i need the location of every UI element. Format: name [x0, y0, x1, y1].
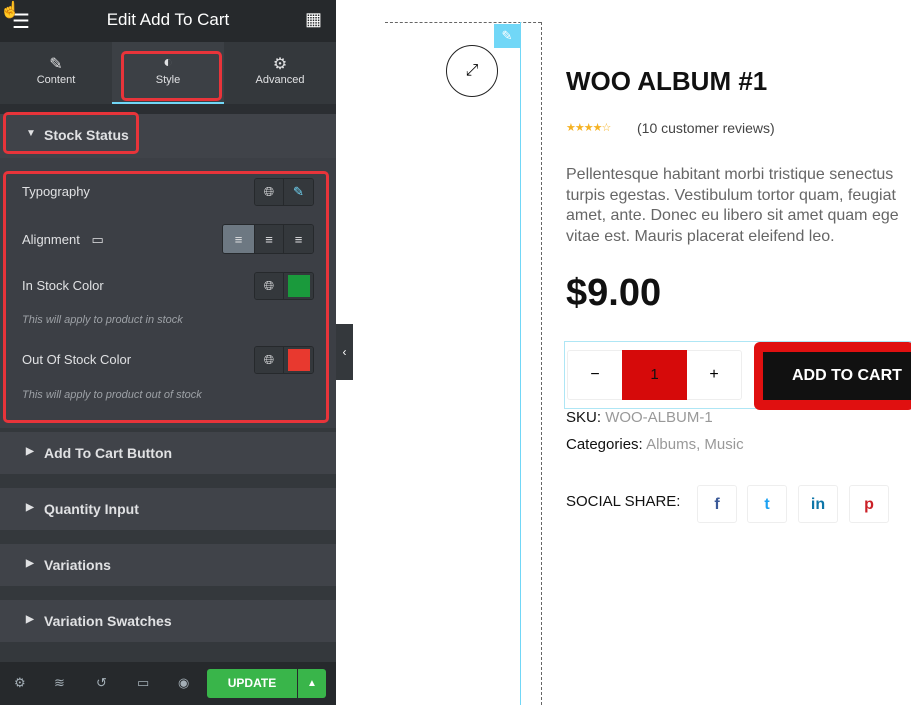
- caret-right-icon: ▶: [26, 614, 34, 625]
- in-stock-color-swatch[interactable]: [284, 273, 313, 299]
- section-quantity-input[interactable]: ▶ Quantity Input: [0, 488, 336, 530]
- update-button[interactable]: UPDATE: [207, 669, 297, 698]
- typography-label: Typography: [22, 184, 90, 199]
- alignment-label: Alignment ▭: [22, 232, 104, 248]
- panel-header: ☰ Edit Add To Cart ▦: [0, 0, 336, 42]
- swatch-fill: [287, 349, 310, 371]
- layers-icon[interactable]: ≋: [54, 675, 65, 691]
- sku: SKU: WOO-ALBUM-1: [566, 409, 713, 426]
- add-to-cart-button[interactable]: ADD TO CART: [763, 352, 911, 400]
- edit-widget-icon[interactable]: ✎: [494, 24, 520, 48]
- categories: Categories: Albums, Music: [566, 436, 744, 453]
- history-icon[interactable]: ↺: [96, 675, 107, 691]
- caret-right-icon: ▶: [26, 558, 34, 569]
- alignment-text: Alignment: [22, 232, 80, 247]
- section-add-to-cart-button[interactable]: ▶ Add To Cart Button: [0, 432, 336, 474]
- globe-icon[interactable]: 🌐︎: [255, 179, 284, 205]
- gear-icon: ⚙: [272, 56, 288, 73]
- out-stock-color-swatch[interactable]: [284, 347, 313, 373]
- qty-plus-button[interactable]: +: [687, 366, 741, 384]
- twitter-share-icon[interactable]: t: [747, 485, 787, 523]
- panel-title: Edit Add To Cart: [106, 10, 230, 29]
- pencil-icon: ✎: [49, 56, 63, 73]
- desc-line: turpis egestas. Vestibulum tortor quam, …: [566, 186, 896, 204]
- pinterest-share-icon[interactable]: p: [849, 485, 889, 523]
- preview-eye-icon[interactable]: ◉: [178, 675, 189, 691]
- categories-links[interactable]: Albums, Music: [646, 436, 744, 453]
- categories-label: Categories:: [566, 436, 643, 453]
- desc-line: vitae est. Mauris placerat eleifend leo.: [566, 227, 835, 245]
- globe-icon[interactable]: 🌐︎: [255, 273, 284, 299]
- tab-content[interactable]: ✎ Content: [0, 42, 112, 104]
- section-variations[interactable]: ▶ Variations: [0, 544, 336, 586]
- facebook-share-icon[interactable]: f: [697, 485, 737, 523]
- alignment-controls: ≡ ≡ ≡: [222, 224, 314, 254]
- swatch-fill: [287, 275, 310, 297]
- section-variation-swatches[interactable]: ▶ Variation Swatches: [0, 600, 336, 642]
- editor-panel: ☰ Edit Add To Cart ▦ ✎ Content ◐ Style ⚙ Ad…: [0, 0, 336, 705]
- caret-right-icon: ▶: [26, 446, 34, 457]
- desc-line: amet, ante. Donec eu libero sit amet qua…: [566, 207, 899, 224]
- update-options-icon[interactable]: ▲: [298, 669, 326, 698]
- rating-stars: ★★★★☆: [566, 122, 611, 134]
- review-count-link[interactable]: (10 customer reviews): [637, 120, 775, 136]
- column-border: [541, 22, 542, 705]
- social-share-label: SOCIAL SHARE:: [566, 493, 681, 510]
- out-stock-note: This will apply to product out of stock: [22, 389, 202, 401]
- qty-minus-button[interactable]: −: [568, 366, 622, 384]
- align-center-icon[interactable]: ≡: [255, 225, 284, 253]
- linkedin-share-icon[interactable]: in: [798, 485, 838, 523]
- tab-advanced[interactable]: ⚙ Advanced: [224, 42, 336, 104]
- desktop-icon[interactable]: ▭: [91, 232, 103, 247]
- settings-icon[interactable]: ⚙: [14, 675, 26, 691]
- in-stock-note: This will apply to product in stock: [22, 314, 183, 326]
- edit-typography-icon[interactable]: ✎: [284, 179, 313, 205]
- widgets-grid-icon[interactable]: ▦: [305, 9, 322, 30]
- product-price: $9.00: [566, 272, 662, 314]
- responsive-icon[interactable]: ▭: [137, 675, 149, 691]
- highlight-style-tab: [121, 51, 222, 101]
- highlight-section: [3, 112, 139, 154]
- quantity-input[interactable]: 1: [622, 350, 687, 400]
- globe-icon[interactable]: 🌐︎: [255, 347, 284, 373]
- out-stock-color-controls: 🌐︎: [254, 346, 314, 374]
- column-border: [385, 22, 541, 23]
- product-title: WOO ALBUM #1: [566, 66, 768, 96]
- sku-value: WOO-ALBUM-1: [605, 409, 713, 426]
- expand-icon[interactable]: ⤢: [446, 45, 498, 97]
- sku-label: SKU:: [566, 409, 602, 426]
- desc-line: Pellentesque habitant morbi tristique se…: [566, 166, 894, 183]
- out-stock-color-label: Out Of Stock Color: [22, 352, 132, 367]
- align-right-icon[interactable]: ≡: [284, 225, 313, 253]
- quantity-stepper: − 1 +: [567, 350, 742, 400]
- widget-border: [520, 22, 521, 705]
- in-stock-color-label: In Stock Color: [22, 278, 104, 293]
- in-stock-color-controls: 🌐︎: [254, 272, 314, 300]
- collapse-panel-icon[interactable]: ‹: [336, 324, 353, 380]
- align-left-icon[interactable]: ≡: [223, 225, 255, 253]
- caret-right-icon: ▶: [26, 502, 34, 513]
- hand-cursor-icon: ☝: [0, 2, 20, 19]
- typography-controls: 🌐︎ ✎: [254, 178, 314, 206]
- product-description: Pellentesque habitant morbi tristique se…: [566, 165, 911, 247]
